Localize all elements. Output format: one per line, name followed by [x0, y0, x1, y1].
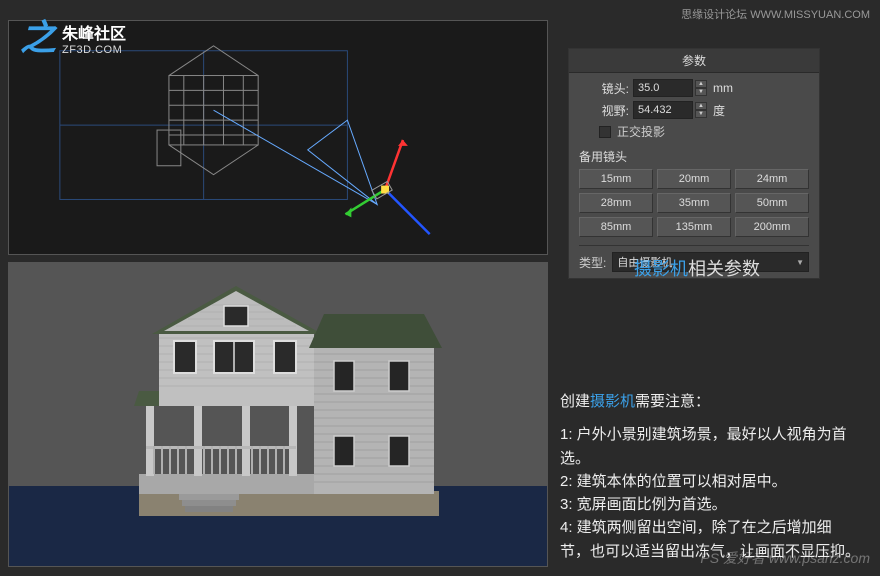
- fov-spinner[interactable]: ▲ ▼: [695, 102, 707, 118]
- camera-params-panel: 参数 镜头: ▲ ▼ mm 视野: ▲ ▼ 度 正交投影 备用镜头 15mm: [568, 48, 820, 279]
- ortho-label: 正交投影: [617, 123, 665, 140]
- tutorial-notes: 创建摄影机需要注意： 1: 户外小景别建筑场景，最好以人视角为首选。 2: 建筑…: [560, 390, 860, 563]
- fov-label: 视野:: [579, 102, 629, 119]
- preset-24mm[interactable]: 24mm: [735, 169, 809, 189]
- type-label: 类型:: [579, 254, 606, 271]
- lens-preset-grid: 15mm 20mm 24mm 28mm 35mm 50mm 85mm 135mm…: [579, 169, 809, 237]
- ortho-checkbox[interactable]: [599, 126, 611, 138]
- lens-input[interactable]: [633, 79, 693, 97]
- preset-200mm[interactable]: 200mm: [735, 217, 809, 237]
- preset-28mm[interactable]: 28mm: [579, 193, 653, 213]
- notes-highlight: 摄影机: [590, 393, 635, 410]
- logo-glyph: 之: [20, 20, 56, 56]
- panel-caption: 摄影机相关参数: [634, 255, 760, 281]
- caption-highlight: 摄影机: [634, 259, 688, 279]
- bottom-watermark: PS 爱好者 www.psahz.com: [700, 548, 870, 568]
- preset-20mm[interactable]: 20mm: [657, 169, 731, 189]
- lens-unit: mm: [713, 81, 733, 95]
- lens-row: 镜头: ▲ ▼ mm: [579, 79, 809, 97]
- preset-35mm[interactable]: 35mm: [657, 193, 731, 213]
- note-line-2: 2: 建筑本体的位置可以相对居中。: [560, 470, 860, 493]
- spinner-down-icon[interactable]: ▼: [695, 88, 707, 96]
- preset-85mm[interactable]: 85mm: [579, 217, 653, 237]
- lens-spinner[interactable]: ▲ ▼: [695, 80, 707, 96]
- brand-logo: 之 朱峰社区 ZF3D.COM: [20, 20, 126, 56]
- spinner-down-icon[interactable]: ▼: [695, 110, 707, 118]
- panel-title: 参数: [569, 49, 819, 73]
- stock-lenses-label: 备用镜头: [579, 148, 809, 165]
- ortho-row: 正交投影: [579, 123, 809, 140]
- logo-url-text: ZF3D.COM: [62, 44, 126, 56]
- logo-cn-text: 朱峰社区: [62, 20, 126, 44]
- top-watermark: 思缘设计论坛 WWW.MISSYUAN.COM: [681, 6, 870, 22]
- fov-unit: 度: [713, 102, 725, 119]
- preset-15mm[interactable]: 15mm: [579, 169, 653, 189]
- viewport-perspective-render[interactable]: [8, 262, 548, 567]
- preset-50mm[interactable]: 50mm: [735, 193, 809, 213]
- note-line-3: 3: 宽屏画面比例为首选。: [560, 493, 860, 516]
- preset-135mm[interactable]: 135mm: [657, 217, 731, 237]
- chevron-down-icon: ▼: [796, 258, 804, 267]
- note-line-1: 1: 户外小景别建筑场景，最好以人视角为首选。: [560, 423, 860, 470]
- house-render: [124, 286, 444, 521]
- spinner-up-icon[interactable]: ▲: [695, 102, 707, 110]
- spinner-up-icon[interactable]: ▲: [695, 80, 707, 88]
- lens-label: 镜头:: [579, 80, 629, 97]
- fov-row: 视野: ▲ ▼ 度: [579, 101, 809, 119]
- fov-input[interactable]: [633, 101, 693, 119]
